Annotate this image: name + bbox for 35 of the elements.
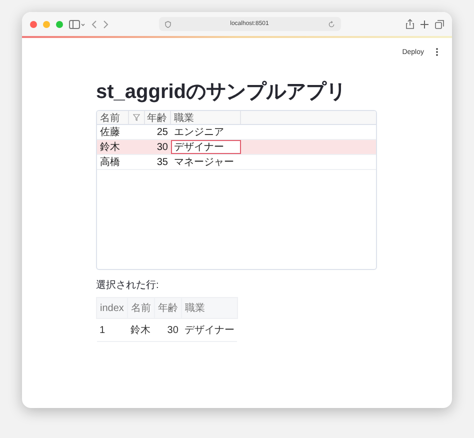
column-header[interactable]: 年齢 xyxy=(145,111,171,124)
table-cell-text: 25 xyxy=(156,126,169,139)
table-cell-text: 佐藤 xyxy=(99,126,121,139)
share-icon[interactable] xyxy=(406,19,414,29)
reload-icon[interactable] xyxy=(328,20,335,28)
grid-row[interactable]: 鈴木 30 デザイナー xyxy=(97,140,376,155)
close-window-button[interactable] xyxy=(30,20,37,28)
column-header: 名前 xyxy=(127,298,154,318)
table-cell-text: エンジニア xyxy=(173,126,225,139)
column-header: 職業 xyxy=(181,298,238,318)
column-header: index xyxy=(96,298,128,318)
table-cell-text: 高橋 xyxy=(99,156,121,169)
grid-row[interactable]: 高橋 35 マネージャー xyxy=(97,155,376,170)
forward-icon[interactable] xyxy=(103,20,109,28)
back-icon[interactable] xyxy=(91,20,97,28)
column-header[interactable]: 名前 xyxy=(97,111,129,124)
table-cell-text: 鈴木 xyxy=(99,140,121,154)
table-cell: 30 xyxy=(154,318,182,342)
tabs-icon[interactable] xyxy=(435,20,444,28)
table-cell: デザイナー xyxy=(171,140,241,154)
table-cell-text: 30 xyxy=(156,140,169,154)
table-cell: 鈴木 xyxy=(127,318,154,342)
shield-icon xyxy=(165,20,171,28)
table-cell: デザイナー xyxy=(181,318,238,342)
filter-icon[interactable] xyxy=(133,114,140,121)
table-cell: 1 xyxy=(96,318,128,342)
column-header[interactable]: 職業 xyxy=(171,111,241,124)
column-header: 年齢 xyxy=(154,298,182,318)
sidebar-icon[interactable] xyxy=(69,20,85,28)
plus-icon[interactable] xyxy=(420,20,429,28)
maximize-window-button[interactable] xyxy=(56,20,63,28)
table-cell-text: 35 xyxy=(156,156,169,169)
section-label: 選択された行: xyxy=(96,279,159,292)
table-cell-text: マネージャー xyxy=(173,156,235,169)
page-title: st_aggridのサンプルアプリ xyxy=(96,80,348,105)
